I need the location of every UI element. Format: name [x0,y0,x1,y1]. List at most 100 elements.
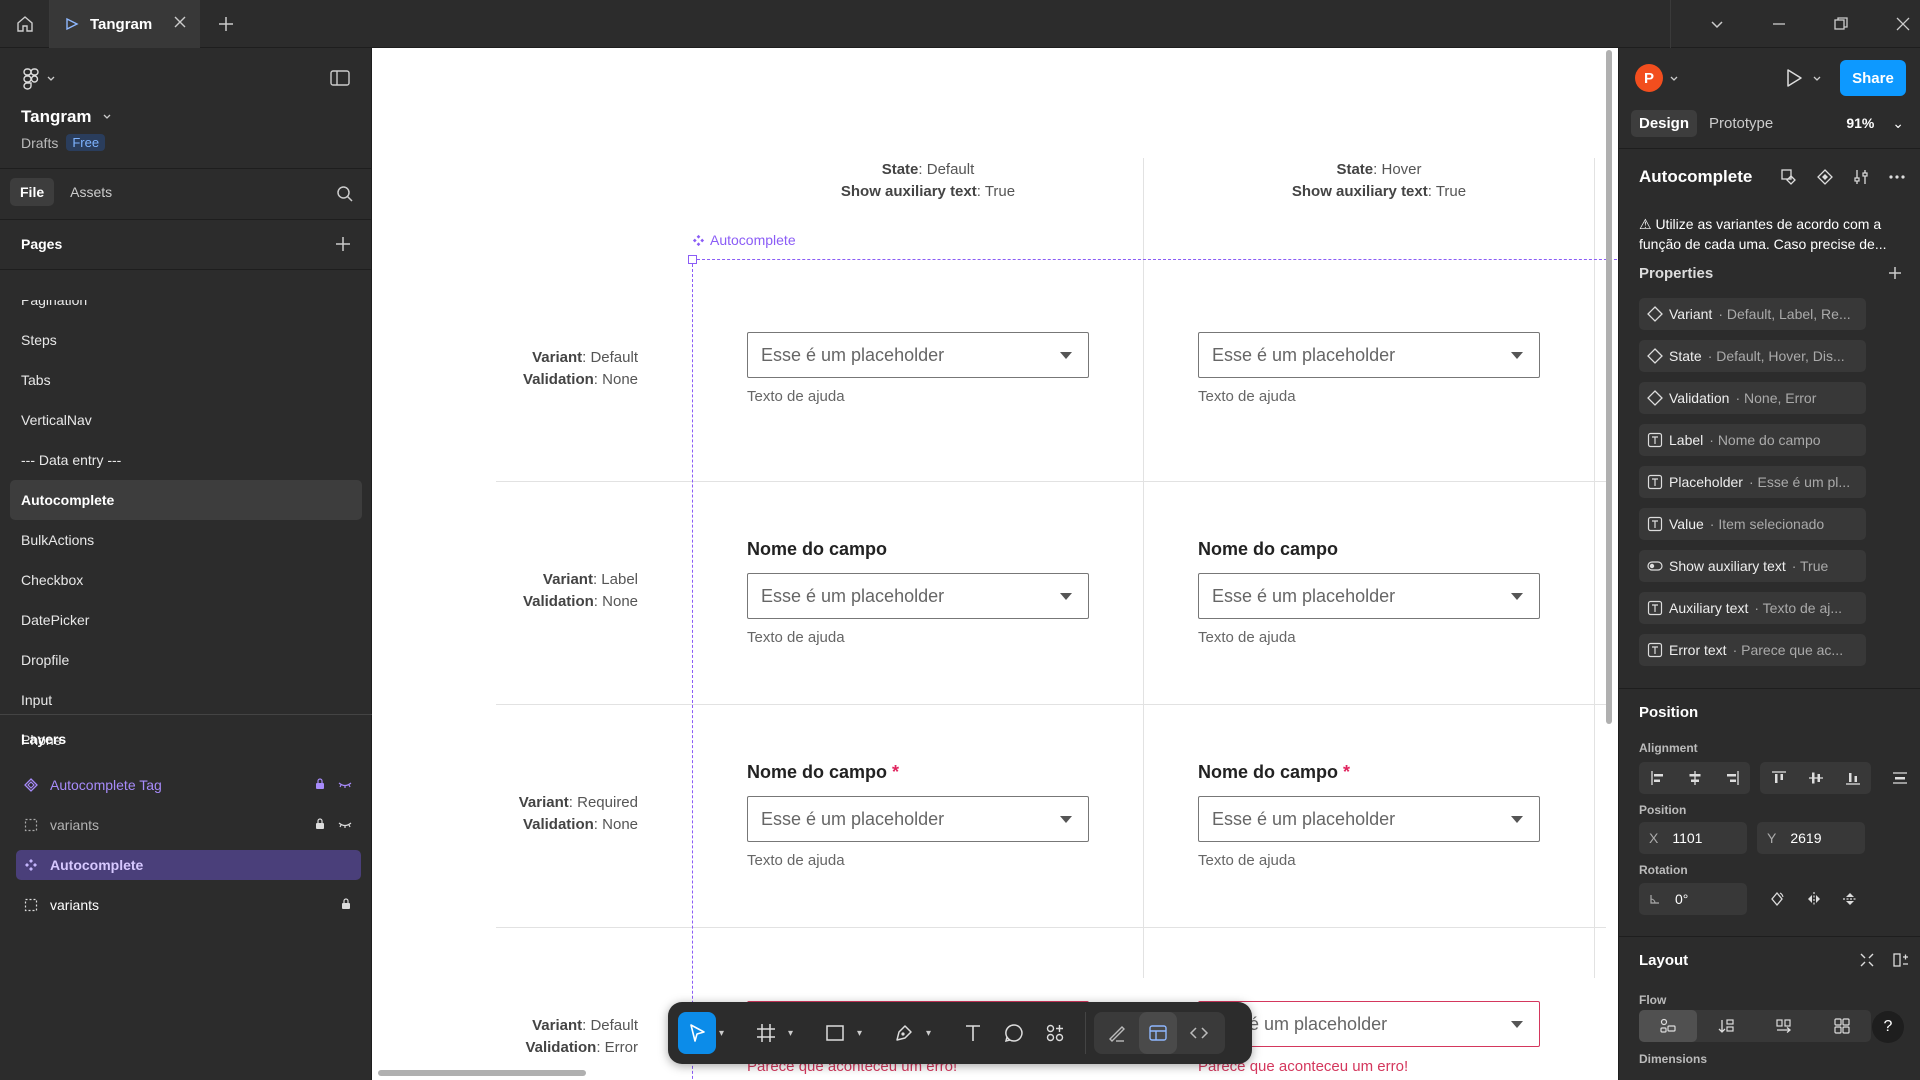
property-row[interactable]: Variant · Default, Label, Re... [1639,298,1866,330]
x-position-input[interactable]: X 1101 [1639,822,1747,854]
autocomplete-field[interactable]: Esse é um placeholder [747,796,1089,842]
home-button[interactable] [0,0,50,48]
property-row[interactable]: Validation · None, Error [1639,382,1866,414]
tab-design[interactable]: Design [1631,110,1698,137]
align-top-button[interactable] [1760,762,1797,794]
page-item[interactable]: Tabs [10,360,362,400]
flip-vertical-button[interactable] [1833,883,1867,915]
chevron-down-icon[interactable]: ▾ [926,1028,938,1039]
tab-assets[interactable]: Assets [60,178,122,206]
pen-tool[interactable] [885,1012,923,1054]
avatar[interactable]: P [1635,64,1663,92]
align-right-button[interactable] [1713,762,1750,794]
draw-mode-button[interactable] [1098,1012,1136,1054]
file-title[interactable]: Tangram [21,107,112,127]
flow-vertical-button[interactable] [1697,1010,1755,1042]
page-item[interactable]: BulkActions [10,520,362,560]
resize-handle[interactable] [688,255,697,264]
autocomplete-field[interactable]: Esse é um placeholder [747,332,1089,378]
page-item[interactable]: Dropfile [10,640,362,680]
distribute-button[interactable] [1881,762,1918,794]
actions-tool[interactable] [1036,1012,1074,1054]
property-row[interactable]: Auxiliary text · Texto de aj... [1639,592,1866,624]
search-icon[interactable] [335,184,355,204]
property-row[interactable]: Show auxiliary text · True [1639,550,1866,582]
help-button[interactable]: ? [1872,1011,1904,1043]
page-item[interactable]: VerticalNav [10,400,362,440]
frame-tool[interactable] [747,1012,785,1054]
zoom-control[interactable]: 91% ⌄ [1846,115,1904,132]
chevron-down-icon[interactable]: ▾ [719,1028,731,1039]
layer-item[interactable]: variants [16,810,361,840]
lock-icon[interactable] [313,817,327,831]
page-item[interactable]: Checkbox [10,560,362,600]
go-to-component-icon[interactable] [1816,168,1834,186]
canvas[interactable]: State: Default Show auxiliary text: True… [372,48,1618,1080]
main-menu-button[interactable] [22,68,56,90]
design-mode-button[interactable] [1139,1012,1177,1054]
rectangle-tool[interactable] [816,1012,854,1054]
page-item[interactable]: Steps [10,320,362,360]
autocomplete-field[interactable]: Esse é um placeholder [747,573,1089,619]
new-tab-icon[interactable] [214,12,238,36]
align-center-h-button[interactable] [1676,762,1713,794]
page-item-active[interactable]: Autocomplete [10,480,362,520]
page-item[interactable]: DatePicker [10,600,362,640]
collapse-layout-icon[interactable] [1858,951,1876,969]
tab-prototype[interactable]: Prototype [1701,110,1781,137]
page-item[interactable]: Pagination [10,300,362,320]
close-window-icon[interactable] [1893,14,1913,34]
rotate-90-button[interactable] [1760,883,1794,915]
lock-icon[interactable] [313,777,327,791]
hidden-eye-icon[interactable] [337,777,353,791]
property-row[interactable]: Error text · Parece que ac... [1639,634,1866,666]
present-play-icon[interactable] [1783,66,1805,90]
minimize-icon[interactable] [1769,14,1789,34]
property-row[interactable]: State · Default, Hover, Dis... [1639,340,1866,372]
lock-icon[interactable] [339,897,353,911]
restore-icon[interactable] [1831,14,1851,34]
adjust-sliders-icon[interactable] [1852,168,1870,186]
property-row[interactable]: Label · Nome do campo [1639,424,1866,456]
chevron-down-icon[interactable] [1669,74,1679,84]
y-position-input[interactable]: Y 2619 [1757,822,1865,854]
page-item[interactable]: --- Data entry --- [10,440,362,480]
align-left-button[interactable] [1639,762,1676,794]
align-bottom-button[interactable] [1834,762,1871,794]
component-description[interactable]: ⚠ Utilize as variantes de acordo com a f… [1639,214,1905,254]
tab-file[interactable]: File [10,178,55,206]
sidebar-toggle-icon[interactable] [329,68,351,88]
add-page-icon[interactable] [333,234,353,254]
layer-item[interactable]: Autocomplete Tag [16,770,361,800]
autocomplete-field[interactable]: Esse é um placeholder [1198,573,1540,619]
flow-grid-button[interactable] [1813,1010,1871,1042]
move-tool[interactable] [678,1012,716,1054]
hidden-eye-icon[interactable] [337,817,353,831]
chevron-down-icon[interactable] [1812,74,1822,84]
chevron-down-icon[interactable] [1707,14,1727,34]
autocomplete-field[interactable]: Esse é um placeholder [1198,332,1540,378]
add-property-icon[interactable] [1886,264,1904,282]
file-tab[interactable]: Tangram [50,0,200,48]
vertical-scrollbar[interactable] [1606,50,1612,724]
flip-horizontal-button[interactable] [1797,883,1831,915]
chevron-down-icon[interactable]: ▾ [857,1028,869,1039]
autocomplete-field[interactable]: Esse é um placeholder [1198,796,1540,842]
auto-layout-icon[interactable] [1892,951,1910,969]
property-row[interactable]: Value · Item selecionado [1639,508,1866,540]
layer-item-selected[interactable]: Autocomplete [16,850,361,880]
comment-tool[interactable] [995,1012,1033,1054]
horizontal-scrollbar[interactable] [378,1070,586,1076]
flow-freeform-button[interactable] [1639,1010,1697,1042]
drafts-label[interactable]: Drafts [21,135,58,151]
chevron-down-icon[interactable]: ▾ [788,1028,800,1039]
layer-item[interactable]: variants [16,890,361,920]
more-options-icon[interactable] [1888,168,1906,186]
property-row[interactable]: Placeholder · Esse é um pl... [1639,466,1866,498]
text-tool[interactable] [954,1012,992,1054]
instance-swap-icon[interactable] [1780,168,1798,186]
dev-mode-button[interactable] [1180,1012,1218,1054]
align-middle-button[interactable] [1797,762,1834,794]
close-tab-icon[interactable] [172,14,188,30]
flow-horizontal-button[interactable] [1755,1010,1813,1042]
